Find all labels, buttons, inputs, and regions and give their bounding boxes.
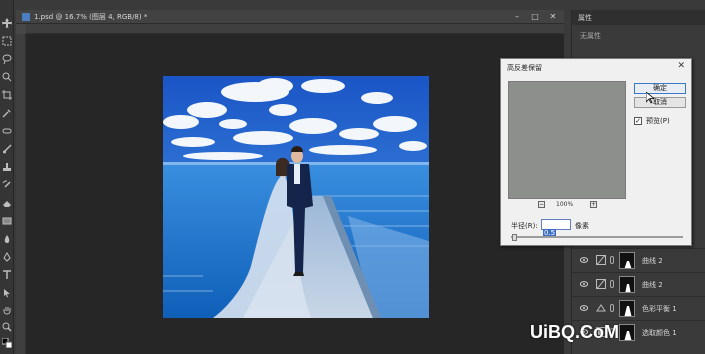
cancel-button[interactable]: 取消 [634,97,686,108]
radius-unit: 像素 [575,222,589,230]
healing-brush-tool-icon[interactable] [2,126,12,136]
site-watermark: UiBQ.CoM [530,322,619,342]
clone-stamp-tool-icon[interactable] [2,162,12,172]
eraser-tool-icon[interactable] [2,198,12,208]
eyedropper-tool-icon[interactable] [2,108,12,118]
photoshop-app: 1.psd @ 16.7% (图层 4, RGB/8) * – □ ✕ 属性 无… [0,0,705,354]
filter-preview[interactable] [508,81,626,199]
zoom-percent: 100% [556,201,574,208]
dialog-title: 高反差保留 [507,64,542,72]
minimize-button[interactable]: – [512,12,522,21]
preview-checkbox-label: 预览(P) [646,117,670,125]
lasso-tool-icon[interactable] [2,54,12,64]
eye-icon[interactable] [580,281,588,287]
layer-row[interactable]: 曲线 2 [572,248,705,272]
vertical-ruler [16,24,26,354]
layer-row[interactable]: 色彩平衡 1 [572,296,705,320]
chain-link-icon [610,304,614,312]
color-balance-icon [596,304,606,312]
zoom-tool-icon[interactable] [2,322,12,332]
layer-mask-thumbnail[interactable] [619,300,635,317]
eye-icon[interactable] [580,305,588,311]
pen-tool-icon[interactable] [2,252,12,262]
zoom-in-button[interactable]: + [590,201,597,208]
ps-document-icon [22,13,30,21]
radius-slider-thumb[interactable] [512,234,517,241]
high-pass-dialog: 高反差保留 ✕ − 100% + 确定 取消 ✓ 预览(P) 半径(R): 0.… [500,58,692,246]
marquee-tool-icon[interactable] [2,36,12,46]
curves-icon [596,255,606,265]
document-tab-bar: 1.psd @ 16.7% (图层 4, RGB/8) * – □ ✕ [16,10,564,24]
gradient-tool-icon[interactable] [2,216,12,226]
properties-tab-label: 属性 [578,14,592,22]
radius-slider[interactable] [511,234,683,241]
dialog-close-button[interactable]: ✕ [677,61,685,71]
layer-name: 曲线 2 [642,257,663,265]
layer-mask-thumbnail[interactable] [619,252,635,269]
layer-name: 曲线 2 [642,281,663,289]
document-title[interactable]: 1.psd @ 16.7% (图层 4, RGB/8) * [34,12,147,22]
type-tool-icon[interactable] [2,270,12,280]
horizontal-ruler [26,24,564,34]
preview-checkbox[interactable]: ✓ [634,117,642,125]
properties-subtitle: 无属性 [580,32,601,40]
wedding-photo-canvas[interactable] [163,76,429,318]
zoom-out-button[interactable]: − [538,201,545,208]
mouse-cursor-icon [646,92,654,104]
ok-button[interactable]: 确定 [634,83,686,94]
layer-mask-thumbnail[interactable] [619,324,635,341]
hand-tool-icon[interactable] [2,306,12,316]
preview-zoom-controls: − 100% + [508,201,626,211]
layer-mask-thumbnail[interactable] [619,276,635,293]
blur-tool-icon[interactable] [2,234,12,244]
chain-link-icon [610,256,614,264]
move-tool-icon[interactable] [2,18,12,28]
tools-toolbar [0,0,14,354]
history-brush-tool-icon[interactable] [2,180,12,190]
layer-row[interactable]: 曲线 2 [572,272,705,296]
eye-icon[interactable] [580,257,588,263]
crop-tool-icon[interactable] [2,90,12,100]
layer-name: 选取颜色 1 [642,329,677,337]
layer-name: 色彩平衡 1 [642,305,677,313]
radius-label: 半径(R): [511,222,538,230]
close-window-button[interactable]: ✕ [548,12,558,21]
path-select-tool-icon[interactable] [2,288,12,298]
wedding-photo-image [163,76,429,318]
curves-icon [596,279,606,289]
chain-link-icon [610,280,614,288]
quick-select-tool-icon[interactable] [2,72,12,82]
brush-tool-icon[interactable] [2,144,12,154]
ruler-corner [16,24,26,34]
color-swatches-icon[interactable] [2,338,12,348]
radius-input[interactable]: 0.5 [541,219,571,237]
properties-tab[interactable]: 属性 [572,10,705,25]
maximize-button[interactable]: □ [530,12,540,21]
